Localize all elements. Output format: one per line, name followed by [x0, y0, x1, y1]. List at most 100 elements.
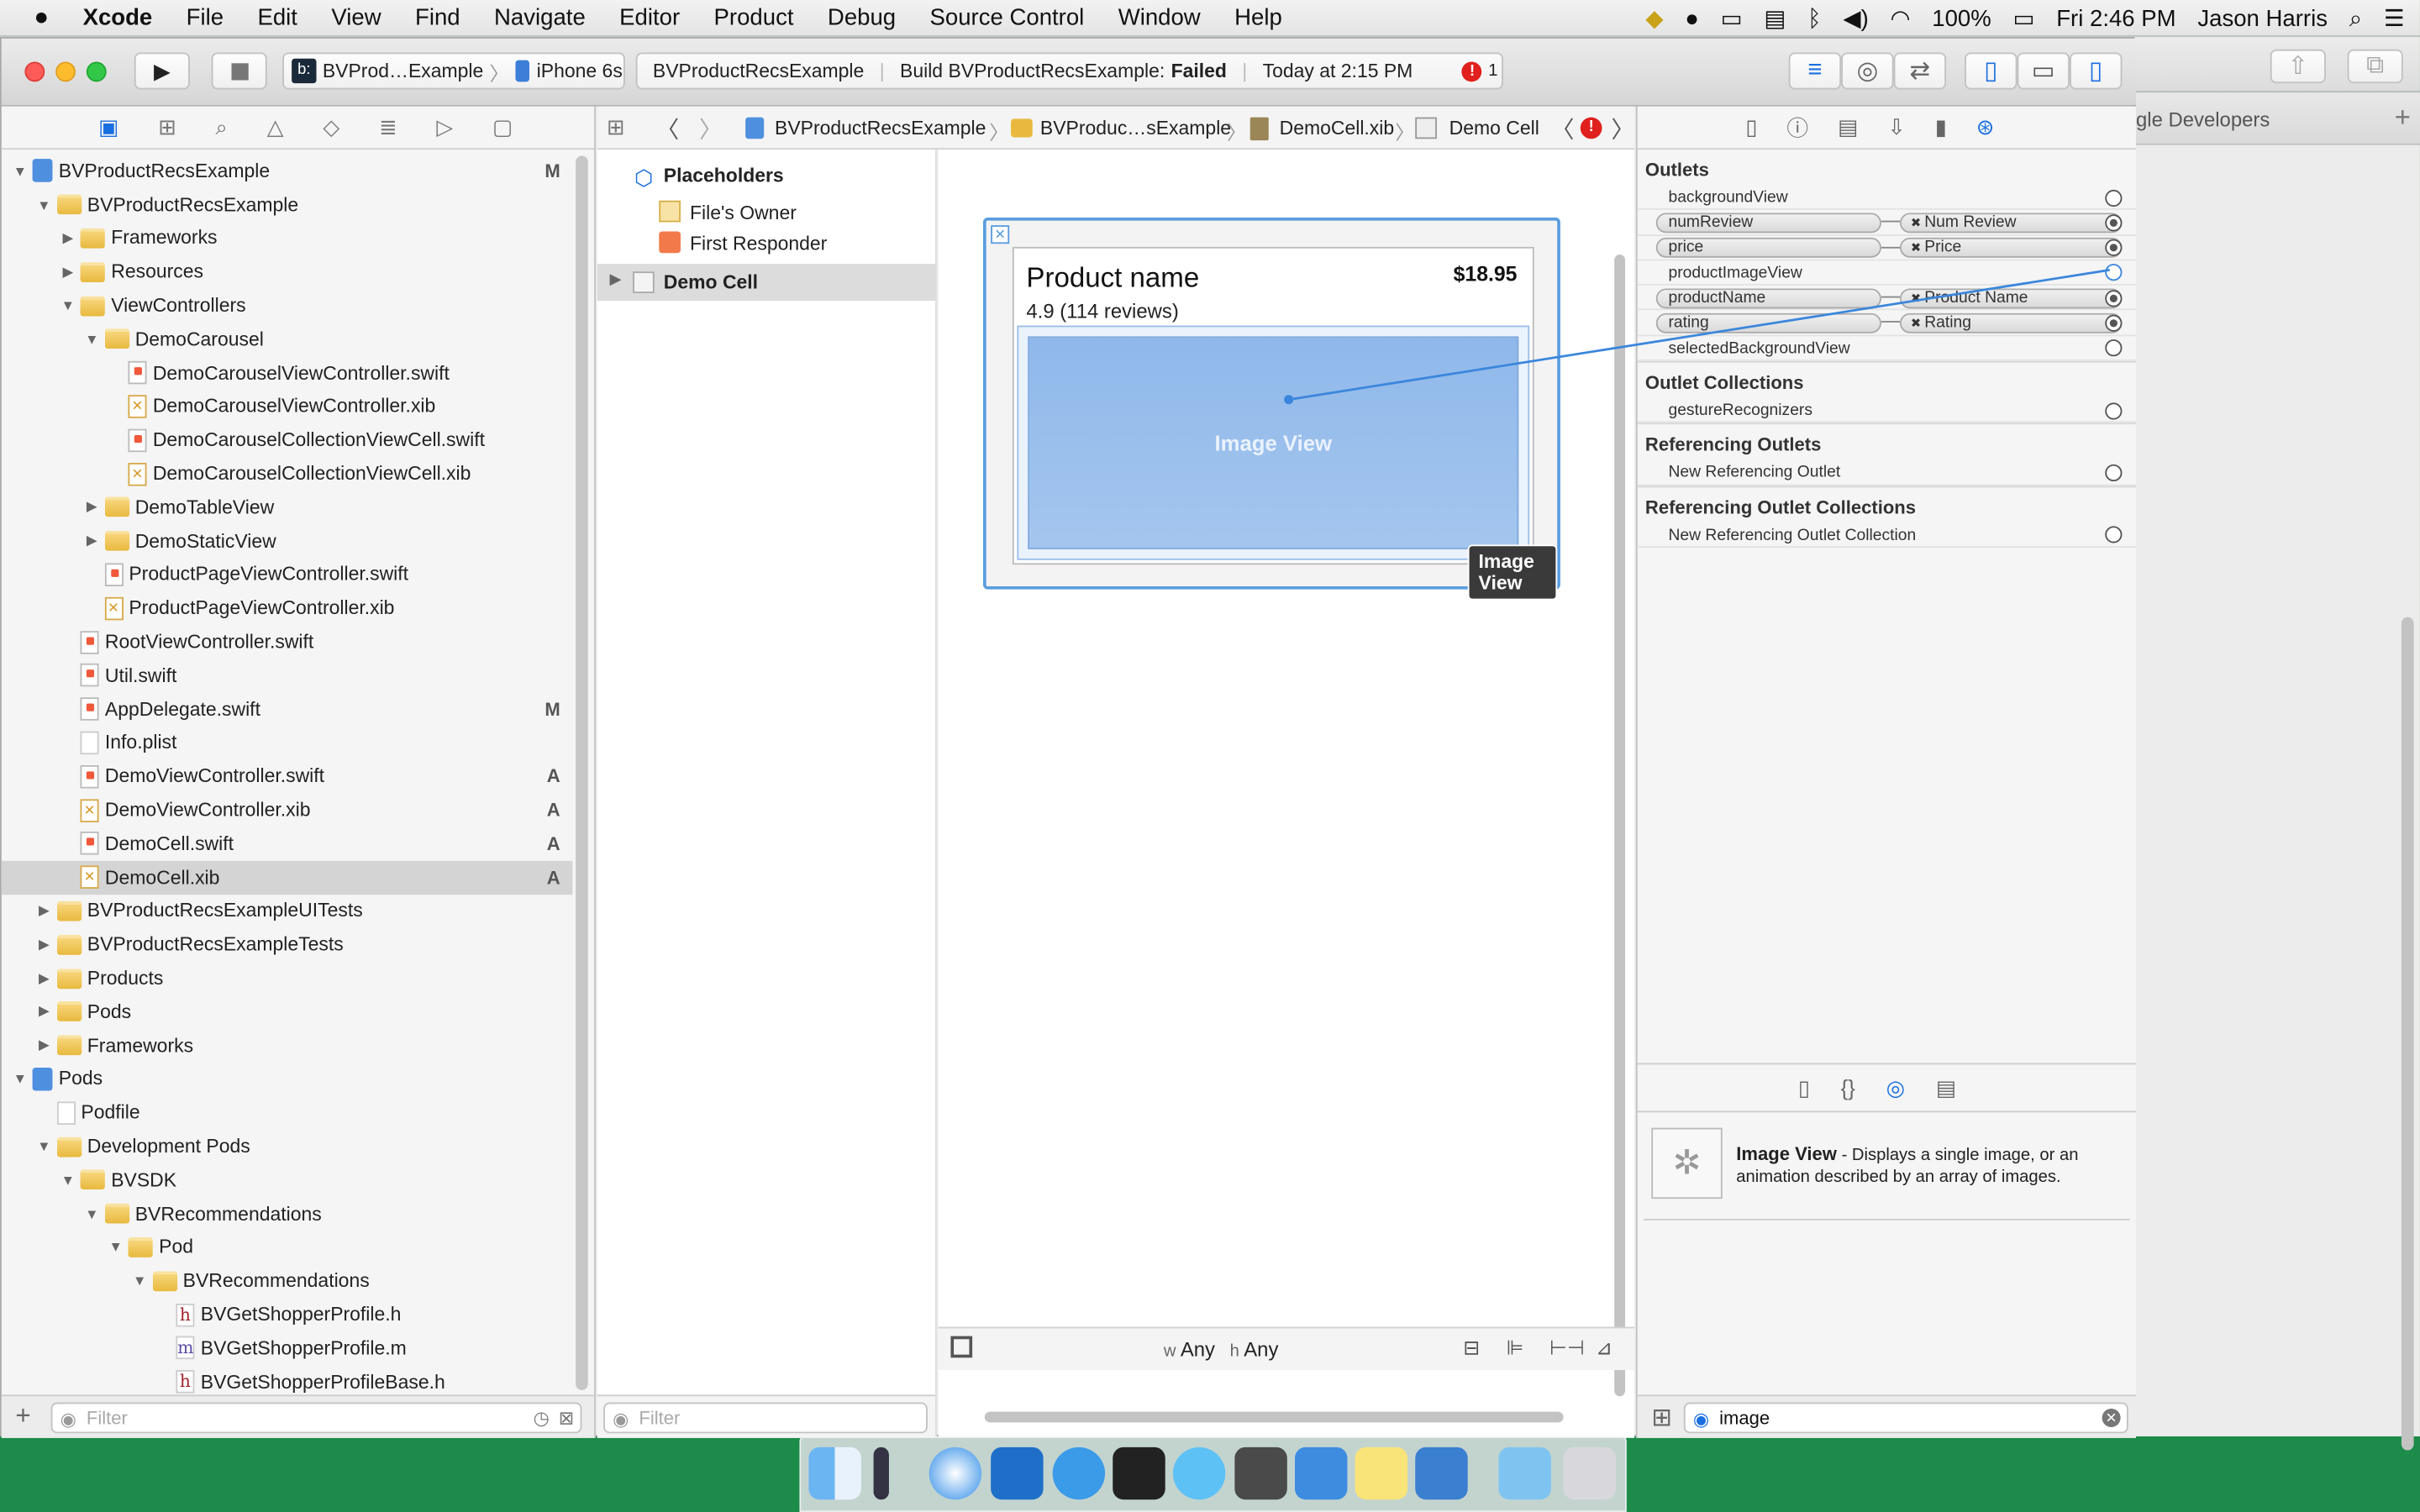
disclosure-triangle-icon[interactable]: ▶	[34, 902, 53, 919]
finder-icon[interactable]	[808, 1446, 861, 1500]
connection-ring-icon[interactable]	[2105, 526, 2123, 543]
attributes-inspector-icon[interactable]: ⇩	[1887, 114, 1906, 140]
outline-first-responder[interactable]: First Responder	[690, 233, 827, 255]
connection-ring-icon[interactable]	[2105, 188, 2123, 207]
size-class-selector[interactable]: w Any h Any	[1164, 1337, 1279, 1361]
disclosure-triangle-icon[interactable]: ▼	[59, 1173, 77, 1188]
navigator-item[interactable]: Info.plist	[2, 726, 573, 759]
navigator-filter-field[interactable]: ◉ Filter ◷ ⊠	[50, 1402, 582, 1434]
library-item-image-view[interactable]: ✲ Image View - Displays a single image, …	[1644, 1121, 2130, 1221]
navigator-item[interactable]: DemoCarouselViewController.swift	[2, 356, 573, 390]
outlet-source-pill[interactable]: rating	[1655, 312, 1881, 333]
browser-tab-title[interactable]: gle Developers	[2136, 108, 2270, 132]
outlet-row[interactable]: price ✖ Price	[1637, 235, 2136, 261]
file-inspector-icon[interactable]: ▯	[1745, 114, 1757, 140]
apple-icon[interactable]: ●	[34, 4, 49, 32]
connection-ring-icon[interactable]	[2105, 339, 2123, 357]
disclosure-triangle-icon[interactable]: ▶	[34, 1037, 53, 1054]
disclosure-triangle-icon[interactable]: ▶	[34, 1004, 53, 1021]
error-icon[interactable]: !	[1462, 60, 1482, 81]
disclosure-triangle-icon[interactable]: ▶	[34, 970, 53, 987]
share-icon[interactable]: ⇧	[2270, 49, 2326, 84]
version-editor-button[interactable]: ⇄	[1893, 52, 1947, 90]
pin-icon[interactable]: ⊢⊣	[1549, 1336, 1585, 1361]
canvas-vertical-scrollbar[interactable]	[1614, 255, 1626, 1397]
menu-debug[interactable]: Debug	[828, 5, 896, 31]
symbol-navigator-icon[interactable]: ⊞	[158, 114, 176, 140]
connections-inspector-icon[interactable]: ⊛	[1976, 114, 1995, 140]
navigator-item[interactable]: ▶ Frameworks	[2, 1029, 573, 1063]
bluetooth-icon[interactable]: ᛒ	[1807, 5, 1822, 31]
cell-frame[interactable]: ✕ Product name $18.95 4.9 (114 reviews) …	[982, 217, 1560, 601]
search-icon[interactable]: ⌕	[216, 114, 228, 140]
menu-edit[interactable]: Edit	[257, 5, 297, 31]
disclosure-triangle-icon[interactable]: ▶	[59, 230, 77, 247]
interface-builder-canvas[interactable]: ✕ Product name $18.95 4.9 (114 reviews) …	[938, 150, 1635, 1438]
media-library-icon[interactable]: ▤	[1936, 1074, 1956, 1100]
resolve-issues-icon[interactable]: ⊿	[1596, 1336, 1612, 1361]
navigator-item[interactable]: DemoViewController.swift A	[2, 759, 573, 793]
identity-inspector-icon[interactable]: ▤	[1838, 114, 1858, 140]
menu-product[interactable]: Product	[714, 5, 794, 31]
stack-icon[interactable]: ⊫	[1507, 1336, 1524, 1361]
size-inspector-icon[interactable]: ▮	[1935, 114, 1947, 140]
outlet-row[interactable]: selectedBackgroundView	[1637, 336, 2136, 361]
issue-forward-icon[interactable]: 〉	[1612, 113, 1635, 145]
menu-find[interactable]: Find	[415, 5, 460, 31]
disclosure-triangle-icon[interactable]: ▼	[11, 163, 29, 178]
navigator-item[interactable]: ▼ BVSDK	[2, 1163, 573, 1197]
instruments-icon[interactable]	[1415, 1446, 1468, 1500]
menu-help[interactable]: Help	[1234, 5, 1282, 31]
navigator-item[interactable]: ▼ Pods	[2, 1063, 573, 1096]
downloads-folder-icon[interactable]	[1498, 1446, 1551, 1500]
navigator-item[interactable]: ✕ DemoCell.xib A	[1, 860, 573, 895]
disclosure-triangle-icon[interactable]: ▶	[82, 499, 101, 516]
menu-navigate[interactable]: Navigate	[494, 5, 586, 31]
toggle-debug-area-button[interactable]: ▭	[2017, 52, 2070, 90]
disclosure-triangle-icon[interactable]: ▼	[130, 1273, 149, 1289]
navigator-item[interactable]: ▼ BVRecommendations	[2, 1197, 573, 1231]
outlet-target-pill[interactable]: ✖ Num Review	[1899, 213, 2123, 233]
navigator-item[interactable]: ▼ Development Pods	[2, 1130, 573, 1163]
outlet-target-pill[interactable]: ✖ Price	[1899, 238, 2123, 258]
navigator-item[interactable]: ✕ DemoCarouselViewController.xib	[2, 390, 573, 423]
breadcrumb-object[interactable]: Demo Cell	[1449, 118, 1539, 139]
outlet-row[interactable]: numReview ✖ Num Review	[1637, 210, 2136, 236]
outlet-source-pill[interactable]: price	[1655, 238, 1881, 258]
navigator-item[interactable]: ✕ DemoViewController.xib A	[2, 793, 573, 827]
issue-warning-icon[interactable]: △	[267, 114, 284, 140]
navigator-item[interactable]: Podfile	[2, 1096, 573, 1130]
minimize-window-button[interactable]	[55, 61, 76, 82]
navigator-item[interactable]: ▼ DemoCarousel	[2, 323, 573, 356]
breakpoint-icon[interactable]: ▷	[436, 114, 453, 140]
navigator-item[interactable]: ▶ Resources	[2, 255, 573, 289]
wifi-icon[interactable]: ◠	[1890, 5, 1910, 32]
outlet-row[interactable]: rating ✖ Rating	[1637, 311, 2136, 336]
outlet-source-pill[interactable]: productName	[1655, 287, 1881, 308]
outlet-row[interactable]: productImageView	[1637, 260, 2136, 286]
notes-icon[interactable]	[1355, 1446, 1408, 1500]
error-count[interactable]: 1	[1488, 61, 1497, 80]
terminal-icon[interactable]	[1113, 1446, 1165, 1500]
connection-ring-icon[interactable]	[2105, 289, 2123, 307]
navigator-item[interactable]: ▼ BVProductRecsExample M	[2, 155, 573, 188]
sublime-icon[interactable]	[1234, 1446, 1287, 1500]
disclosure-triangle-icon[interactable]: ▼	[34, 197, 53, 213]
stop-button[interactable]	[211, 52, 267, 90]
library-search-field[interactable]: ◉ image ✕	[1683, 1402, 2128, 1434]
outline-demo-cell-row[interactable]: ▶ Demo Cell	[597, 264, 936, 302]
product-name-label[interactable]: Product name	[1026, 262, 1199, 295]
disclosure-triangle-icon[interactable]: ▶	[609, 271, 621, 288]
standard-editor-button[interactable]: ≡	[1788, 52, 1842, 90]
new-referencing-outlet-row[interactable]: New Referencing Outlet	[1637, 460, 2136, 486]
assistant-editor-button[interactable]: ◎	[1841, 52, 1894, 90]
disclosure-triangle-icon[interactable]: ▶	[59, 264, 77, 281]
toggle-navigator-button[interactable]: ▯	[1965, 52, 2018, 90]
navigator-item[interactable]: ▼ BVRecommendations	[2, 1264, 573, 1298]
activity-viewer[interactable]: BVProductRecsExample | Build BVProductRe…	[635, 52, 1503, 90]
navigator-item[interactable]: ▼ ViewControllers	[2, 289, 573, 323]
outline-filter-field[interactable]: ◉ Filter	[603, 1402, 928, 1434]
spotlight-icon[interactable]: ⌕	[2349, 5, 2362, 31]
outlet-row[interactable]: productName ✖ Product Name	[1637, 286, 2136, 312]
navigator-item[interactable]: AppDelegate.swift M	[2, 692, 573, 726]
